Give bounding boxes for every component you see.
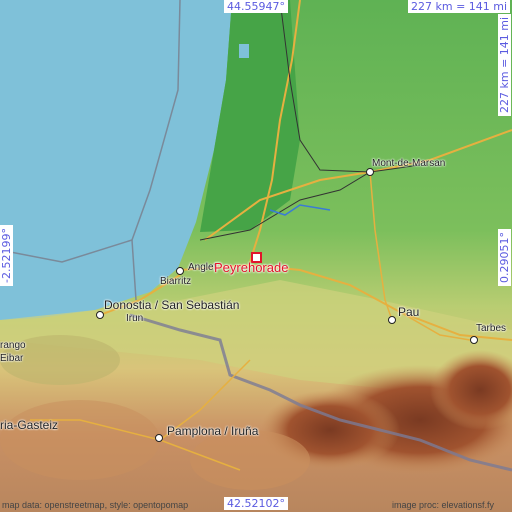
focus-location-label[interactable]: Peyrehorade <box>214 260 288 275</box>
place-label-pamplona: Pamplona / Iruña <box>167 424 259 438</box>
place-label-donostia: Donostia / San Sebastián <box>104 298 240 312</box>
scale-vertical: 227 km = 141 mi <box>498 13 511 116</box>
place-marker-anglet <box>176 267 184 275</box>
place-marker-tarbes <box>470 336 478 344</box>
place-marker-pamplona <box>155 434 163 442</box>
right-longitude-label: 0.29051° <box>498 229 511 286</box>
place-marker-donostia <box>96 311 104 319</box>
place-label-pau: Pau <box>398 305 420 319</box>
place-marker-mont-de-marsan <box>366 168 374 176</box>
elevation-map[interactable]: 44.55947° 42.52102° -2.52199° 0.29051° 2… <box>0 0 512 512</box>
place-label-vitoria: ria-Gasteiz <box>0 418 59 432</box>
maritime-boundary <box>0 0 181 263</box>
top-latitude-label: 44.55947° <box>224 0 288 13</box>
place-label-irun: Irun <box>126 313 144 324</box>
place-label-biarritz: Biarritz <box>160 276 192 287</box>
attribution-left: map data: openstreetmap, style: opentopo… <box>2 500 189 510</box>
landes-forest <box>200 0 300 232</box>
place-label-mont-de-marsan: Mont-de-Marsan <box>372 158 446 169</box>
place-label-anglet: Anglet <box>188 262 217 273</box>
bottom-latitude-label: 42.52102° <box>224 497 288 510</box>
scale-horizontal: 227 km = 141 mi <box>408 0 511 13</box>
place-label-arrasate: rango <box>0 340 26 351</box>
left-longitude-label: -2.52199° <box>0 225 13 286</box>
place-label-tarbes: Tarbes <box>476 323 507 334</box>
place-label-eibar: Eibar <box>0 353 24 364</box>
attribution-right: image proc: elevationsf.fy <box>392 500 495 510</box>
place-marker-pau <box>388 316 396 324</box>
